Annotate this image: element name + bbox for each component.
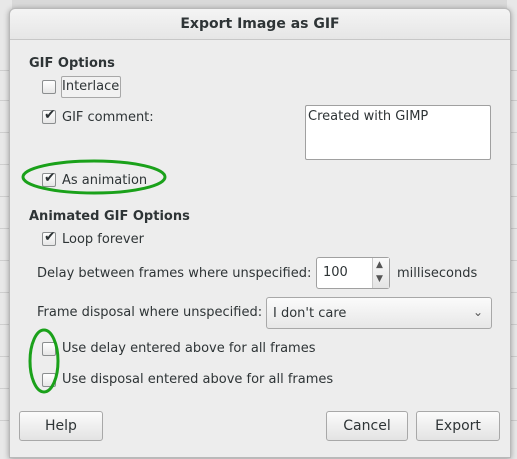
- dialog-title: Export Image as GIF: [10, 9, 510, 40]
- animated-gif-options-heading: Animated GIF Options: [29, 209, 190, 224]
- checkmark-icon: ✔: [44, 107, 56, 123]
- disposal-label: Frame disposal where unspecified:: [37, 305, 263, 320]
- checkmark-icon: ✔: [44, 229, 56, 245]
- delay-label: Delay between frames where unspecified:: [37, 266, 312, 281]
- delay-spin-buttons: ▲ ▼: [372, 258, 389, 288]
- chevron-up-icon[interactable]: ▲: [376, 261, 383, 270]
- disposal-combobox[interactable]: I don't care ⌄: [266, 297, 492, 329]
- loop-forever-label: Loop forever: [62, 232, 144, 247]
- checkmark-icon: ✔: [44, 170, 56, 186]
- disposal-value: I don't care: [273, 306, 347, 321]
- loop-forever-checkbox[interactable]: ✔: [42, 229, 56, 246]
- delay-value: 100: [323, 265, 348, 280]
- as-animation-label: As animation: [62, 173, 148, 188]
- use-delay-all-checkbox[interactable]: [42, 342, 56, 356]
- chevron-down-icon[interactable]: ▼: [376, 275, 383, 284]
- gif-comment-checkbox[interactable]: ✔: [42, 107, 56, 124]
- chevron-down-icon: ⌄: [472, 305, 483, 319]
- use-disposal-all-checkbox[interactable]: [42, 373, 56, 387]
- use-disposal-all-label: Use disposal entered above for all frame…: [62, 372, 334, 387]
- delay-unit-label: milliseconds: [397, 266, 478, 281]
- cancel-button[interactable]: Cancel: [326, 411, 408, 441]
- use-delay-all-label: Use delay entered above for all frames: [62, 341, 316, 356]
- gif-comment-textarea[interactable]: Created with GIMP: [305, 105, 491, 160]
- interlace-checkbox[interactable]: [42, 80, 56, 94]
- export-button[interactable]: Export: [416, 411, 500, 441]
- help-button[interactable]: Help: [19, 411, 103, 441]
- gif-options-heading: GIF Options: [29, 56, 115, 71]
- export-gif-dialog: Export Image as GIF GIF Options Interlac…: [9, 8, 511, 458]
- as-animation-checkbox[interactable]: ✔: [42, 170, 56, 187]
- interlace-label: Interlace: [62, 79, 120, 94]
- delay-spinbutton[interactable]: 100 ▲ ▼: [316, 257, 390, 289]
- gif-comment-label: GIF comment:: [62, 110, 154, 125]
